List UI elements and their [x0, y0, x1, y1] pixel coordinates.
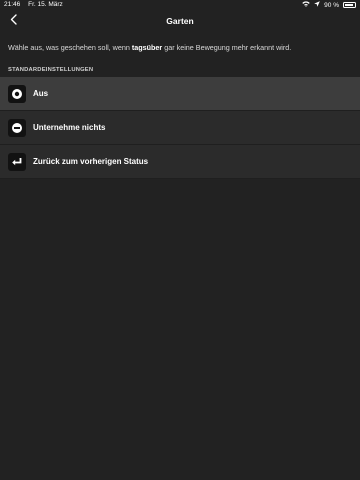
- option-return-previous[interactable]: Zurück zum vorherigen Status: [0, 145, 360, 179]
- battery-fill: [345, 4, 354, 6]
- navigation-bar: Garten: [0, 10, 360, 32]
- return-arrow-icon: [8, 153, 26, 171]
- section-header: STANDARDEINSTELLUNGEN: [8, 67, 94, 73]
- battery-label: 90 %: [324, 1, 339, 9]
- info-text-after: gar keine Bewegung mehr erkannt wird.: [162, 43, 292, 52]
- location-icon: [314, 1, 320, 9]
- option-return-previous-label: Zurück zum vorherigen Status: [33, 157, 149, 166]
- page-title: Garten: [166, 16, 194, 26]
- info-highlight: tagsüber: [131, 43, 163, 52]
- status-date: Fr. 15. März: [28, 1, 63, 8]
- info-text: Wähle aus, was geschehen soll, wenn tags…: [8, 43, 356, 52]
- minus-circle-icon: [8, 119, 26, 137]
- status-bar: 21:46 Fr. 15. März 90 %: [0, 0, 360, 10]
- battery-icon: [343, 2, 356, 8]
- option-do-nothing-label: Unternehme nichts: [33, 123, 106, 132]
- wifi-icon: [302, 1, 310, 9]
- option-do-nothing[interactable]: Unternehme nichts: [0, 111, 360, 145]
- option-off[interactable]: Aus: [0, 77, 360, 111]
- power-icon: [8, 85, 26, 103]
- option-off-label: Aus: [33, 89, 49, 98]
- option-list: Aus Unternehme nichts Zurück zum vorheri…: [0, 77, 360, 179]
- info-text-before: Wähle aus, was geschehen soll, wenn: [8, 43, 132, 52]
- status-bar-left: 21:46 Fr. 15. März: [4, 1, 69, 8]
- status-bar-right: 90 %: [302, 1, 356, 9]
- status-time: 21:46: [4, 1, 21, 8]
